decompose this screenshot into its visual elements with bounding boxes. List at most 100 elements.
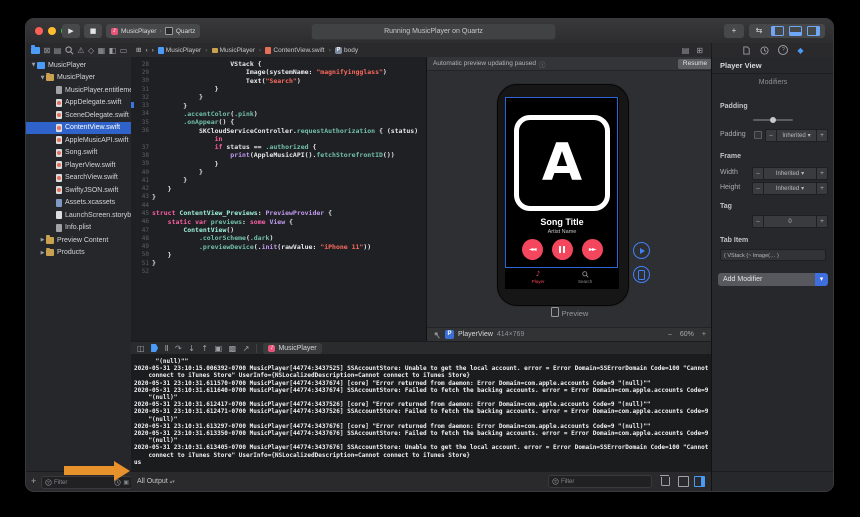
file-row[interactable]: MusicPlayer.entitlements [26, 84, 131, 97]
clear-console-icon[interactable] [661, 477, 670, 486]
breadcrumb-project[interactable]: MusicPlayer [158, 47, 201, 54]
editor-options-icon[interactable]: ▤ [682, 46, 690, 55]
source-editor[interactable]: 28 VStack {29 Image(systemName: "magnify… [131, 57, 426, 341]
code-line[interactable]: 29 Image(systemName: "magnifyingglass") [131, 68, 426, 76]
resume-button[interactable]: Resume [678, 59, 712, 69]
file-row[interactable]: LaunchScreen.storyboard [26, 209, 131, 222]
code-line[interactable]: 47 ContentView() [131, 226, 426, 234]
code-line[interactable]: 44 [131, 201, 426, 209]
test-navigator-icon[interactable]: ◇ [88, 46, 94, 55]
step-out-icon[interactable]: ↑ [201, 344, 208, 353]
width-stepper[interactable]: – Inherited▾ + [752, 167, 828, 180]
related-items-icon[interactable]: ⊞ [136, 46, 141, 54]
breakpoints-toggle-icon[interactable] [151, 344, 158, 352]
pin-icon[interactable] [433, 331, 441, 339]
help-inspector-icon[interactable]: ? [778, 45, 788, 55]
file-row[interactable]: Info.plist [26, 222, 131, 235]
code-line[interactable]: 48 .colorScheme(.dark) [131, 234, 426, 242]
history-inspector-icon[interactable] [760, 46, 769, 55]
view-hierarchy-icon[interactable]: ▣ [215, 344, 223, 353]
console-view-toggle-icon[interactable] [694, 476, 705, 487]
library-add-button[interactable]: + [724, 24, 744, 38]
file-row[interactable]: ▶Products [26, 247, 131, 260]
project-navigator-icon[interactable] [31, 47, 40, 54]
source-control-navigator-icon[interactable]: ⊠ [44, 46, 51, 55]
code-line[interactable]: 41 } [131, 176, 426, 184]
code-line[interactable]: 31 } [131, 85, 426, 93]
code-line[interactable]: 28 VStack { [131, 60, 426, 68]
debug-console[interactable]: "(null)""2020-05-31 23:10:15.006392-0700… [131, 355, 711, 471]
phone-screen[interactable]: A Song Title Artist Name ◄◄ ►► ♪ Player [505, 97, 619, 289]
stepper-increment[interactable]: + [816, 183, 827, 194]
file-row[interactable]: Assets.xcassets [26, 197, 131, 210]
file-row[interactable]: AppDelegate.swift [26, 97, 131, 110]
code-line[interactable]: 39 } [131, 160, 426, 168]
live-preview-button[interactable] [633, 242, 650, 259]
pause-button[interactable] [552, 239, 573, 260]
code-line[interactable]: 38 print(AppleMusicAPI().fetchStorefront… [131, 151, 426, 159]
code-line[interactable]: in [131, 135, 426, 143]
file-row[interactable]: AppleMusicAPI.swift [26, 134, 131, 147]
height-stepper[interactable]: – Inherited▾ + [752, 182, 828, 195]
find-navigator-icon[interactable] [65, 46, 74, 55]
zoom-out-button[interactable]: – [668, 331, 672, 338]
stepper-increment[interactable]: + [816, 130, 827, 141]
stepper-decrement[interactable]: – [753, 183, 764, 194]
file-row[interactable]: ▼MusicPlayer [26, 72, 131, 85]
code-line[interactable]: 52 [131, 267, 426, 275]
code-line[interactable]: 45struct ContentView_Previews: PreviewPr… [131, 209, 426, 217]
step-over-icon[interactable]: ↷ [175, 344, 182, 353]
disclosure-icon[interactable]: ▶ [39, 237, 46, 243]
breakpoint-navigator-icon[interactable]: ◧ [109, 46, 117, 55]
file-inspector-icon[interactable] [742, 46, 751, 55]
attributes-inspector-icon[interactable]: ◆ [797, 46, 803, 55]
code-line[interactable]: 34 .accentColor(.pink) [131, 110, 426, 118]
file-row[interactable]: SwiftyJSON.swift [26, 184, 131, 197]
disclosure-icon[interactable]: ▶ [39, 250, 46, 256]
file-row[interactable]: ▶Preview Content [26, 234, 131, 247]
add-modifier-dropdown[interactable]: Add Modifier ▾ [718, 273, 828, 286]
breadcrumb-group[interactable]: MusicPlayer [212, 47, 255, 54]
add-file-button[interactable]: + [31, 476, 36, 487]
tab-item-field[interactable]: ( VStack {~ Image(… ) [720, 249, 826, 261]
stepper-decrement[interactable]: – [753, 216, 764, 227]
stop-button[interactable]: ■ [84, 24, 102, 38]
code-line[interactable]: 42 } [131, 184, 426, 192]
file-row[interactable]: Song.swift [26, 147, 131, 160]
report-navigator-icon[interactable]: ▭ [120, 46, 128, 55]
minimize-window-button[interactable] [48, 27, 56, 35]
breadcrumb-symbol[interactable]: Pbody [335, 47, 358, 54]
code-line[interactable]: 46 static var previews: some View { [131, 218, 426, 226]
fast-forward-button[interactable]: ►► [582, 239, 603, 260]
forward-button[interactable]: › [152, 47, 154, 54]
info-icon[interactable]: ⓘ [539, 59, 546, 69]
step-into-icon[interactable]: ↓ [188, 344, 195, 353]
tab-search[interactable]: Search [578, 269, 592, 289]
code-line[interactable]: 30 Text("Search") [131, 77, 426, 85]
stepper-increment[interactable]: + [816, 168, 827, 179]
code-line[interactable]: 40 } [131, 168, 426, 176]
toggle-debug-area-icon[interactable] [789, 26, 802, 36]
debug-navigator-icon[interactable]: ▦ [98, 46, 106, 55]
back-button[interactable]: ‹ [145, 47, 147, 54]
toggle-inspector-icon[interactable] [807, 26, 820, 36]
code-line[interactable]: 32 } [131, 93, 426, 101]
issue-navigator-icon[interactable]: ⚠ [77, 46, 84, 55]
padding-stepper[interactable]: – Inherited▾ + [765, 129, 828, 142]
stepper-increment[interactable]: + [816, 216, 827, 227]
pause-execution-icon[interactable]: Ⅱ [165, 344, 169, 353]
hide-debug-area-icon[interactable]: ◫ [137, 344, 145, 353]
file-row[interactable]: ▼MusicPlayer [26, 59, 131, 72]
code-line[interactable]: 49 .previewDevice(.init(rawValue: "iPhon… [131, 243, 426, 251]
preview-on-device-button[interactable] [633, 266, 650, 283]
tab-player[interactable]: ♪ Player [532, 269, 545, 289]
breadcrumb-file[interactable]: ContentView.swift [265, 47, 324, 54]
run-button[interactable]: ▶ [62, 24, 80, 38]
disclosure-icon[interactable]: ▼ [30, 62, 37, 68]
stepper-decrement[interactable]: – [753, 168, 764, 179]
output-scope-dropdown[interactable]: All Output ▴▾ [137, 478, 175, 485]
code-line[interactable]: 50 } [131, 251, 426, 259]
process-chip[interactable]: ♪ MusicPlayer [263, 343, 321, 354]
file-row[interactable]: SceneDelegate.swift [26, 109, 131, 122]
add-editor-icon[interactable]: ⊞ [696, 46, 703, 55]
